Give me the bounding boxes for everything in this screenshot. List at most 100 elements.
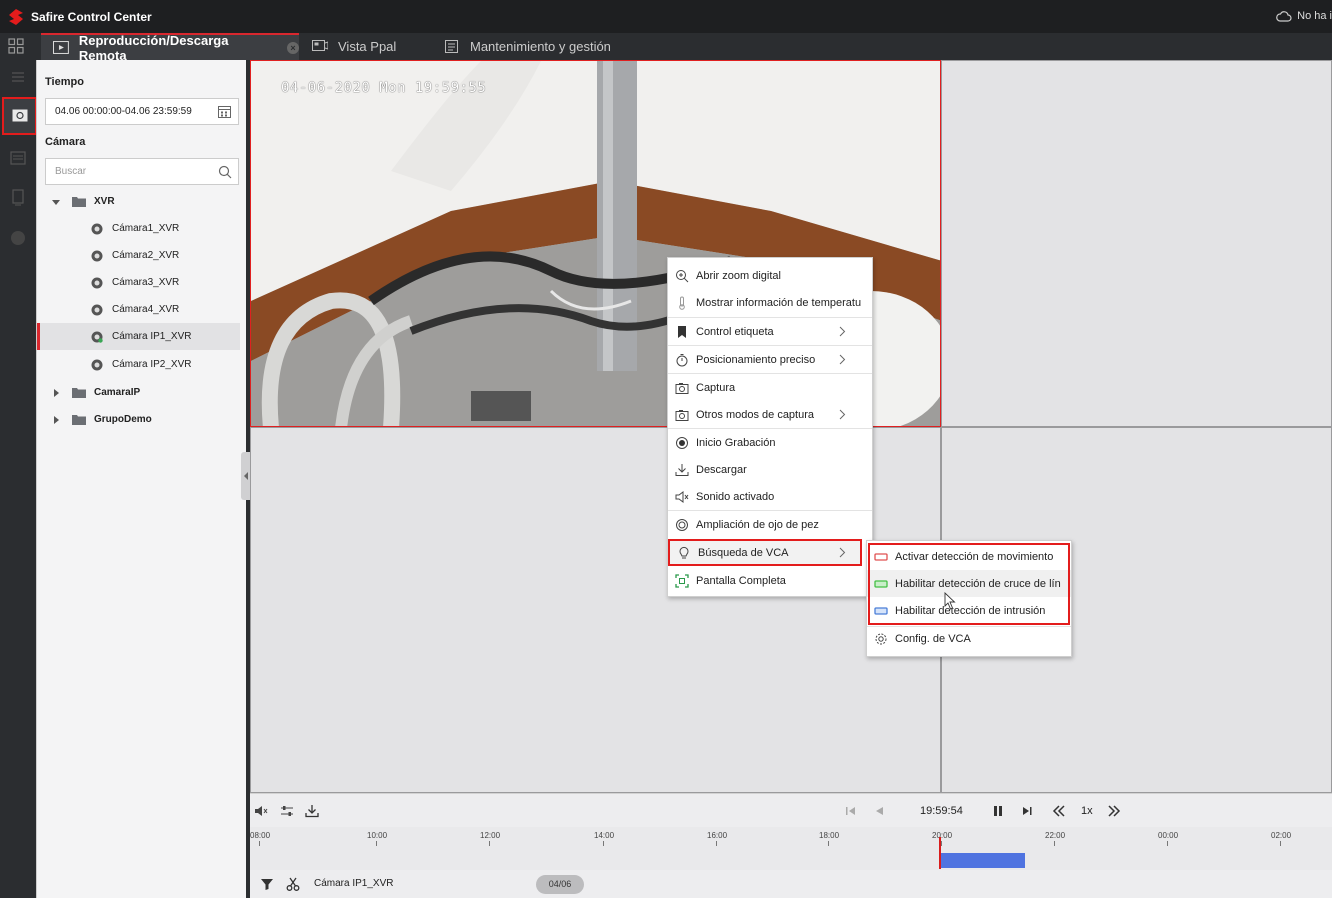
date-badge[interactable]: 04/06 <box>536 875 584 894</box>
speaker-icon <box>675 490 689 503</box>
menu-item-label: Abrir zoom digital <box>696 269 781 282</box>
caret-down-icon[interactable] <box>52 198 60 206</box>
recording-segment[interactable] <box>940 853 1025 868</box>
camera-search <box>45 158 239 185</box>
tree-group-label: XVR <box>94 196 115 207</box>
timeline-camera-label: Cámara IP1_XVR <box>314 878 394 889</box>
time-range-value: 04.06 00:00:00-04.06 23:59:59 <box>55 106 192 117</box>
time-range-input[interactable]: 04.06 00:00:00-04.06 23:59:59 <box>45 98 239 125</box>
tree-item-camera[interactable]: Cámara3_XVR <box>37 269 240 296</box>
search-icon[interactable] <box>218 165 232 179</box>
chevron-right-icon <box>839 547 846 558</box>
speed-up-icon[interactable] <box>1107 804 1121 818</box>
cloud-status-label: No ha i <box>1297 10 1332 22</box>
download-icon[interactable] <box>305 804 319 818</box>
camera-lens-icon <box>91 250 103 261</box>
tick-mark <box>1167 841 1168 846</box>
chevron-right-icon <box>839 354 846 365</box>
folder-icon <box>72 415 86 425</box>
filter-icon[interactable] <box>260 877 274 891</box>
close-icon[interactable]: × <box>287 41 299 54</box>
playhead[interactable] <box>939 837 941 869</box>
tab-bar: Reproducción/Descarga Remota × Vista Ppa… <box>0 33 1332 63</box>
menu-item-temperature-info[interactable]: Mostrar información de temperatu <box>668 289 872 316</box>
hamburger-menu-icon[interactable] <box>7 68 29 86</box>
tick-mark <box>1054 841 1055 846</box>
menu-item-label: Captura <box>696 381 736 394</box>
bottom-bar: Cámara IP1_XVR 04/06 <box>250 870 1332 898</box>
camera-lens-icon <box>91 223 103 234</box>
tree-item-camera-selected[interactable]: Cámara IP1_XVR <box>37 323 240 350</box>
tab-remote-playback[interactable]: Reproducción/Descarga Remota × <box>41 33 299 63</box>
calendar-icon[interactable] <box>218 105 231 118</box>
tree-item-camera[interactable]: Cámara IP2_XVR <box>37 351 240 378</box>
menu-item-fisheye[interactable]: Ampliación de ojo de pez <box>668 511 872 538</box>
tick-label: 22:00 <box>1045 831 1066 840</box>
menu-item-capture[interactable]: Captura <box>668 374 872 401</box>
chevron-right-icon <box>839 409 846 420</box>
volume-icon[interactable] <box>254 804 268 818</box>
menu-item-label: Pantalla Completa <box>696 574 786 587</box>
menu-item-label: Control etiqueta <box>696 325 774 338</box>
lightbulb-icon <box>679 546 689 558</box>
submenu-item-vca-config[interactable]: Config. de VCA <box>867 625 1071 652</box>
rail-playback-button[interactable] <box>2 97 37 135</box>
cloud-status[interactable]: No ha i <box>1276 10 1332 22</box>
tab-main-view[interactable]: Vista Ppal <box>312 33 432 60</box>
monitor-icon <box>312 40 328 51</box>
reverse-play-icon[interactable] <box>872 804 886 818</box>
menu-item-sound[interactable]: Sonido activado <box>668 483 872 510</box>
tree-item-camera[interactable]: Cámara1_XVR <box>37 215 240 242</box>
caret-right-icon[interactable] <box>52 388 60 397</box>
tree-group-camaraip[interactable]: CamaraIP <box>37 379 240 406</box>
tick-mark <box>828 841 829 846</box>
scissors-icon[interactable] <box>286 877 300 891</box>
playback-icon <box>12 109 28 122</box>
menu-item-tag-control[interactable]: Control etiqueta <box>668 318 872 345</box>
menu-item-other-capture-modes[interactable]: Otros modos de captura <box>668 401 872 428</box>
download-icon <box>675 463 689 476</box>
caret-right-icon[interactable] <box>52 415 60 424</box>
tick-mark <box>259 841 260 846</box>
menu-item-digital-zoom[interactable]: Abrir zoom digital <box>668 262 872 289</box>
tick-label: 14:00 <box>594 831 615 840</box>
folder-icon <box>72 197 86 207</box>
menu-item-start-recording[interactable]: Inicio Grabación <box>668 429 872 456</box>
menu-item-label: Búsqueda de VCA <box>698 546 789 559</box>
search-input[interactable] <box>46 159 206 184</box>
menu-item-label: Descargar <box>696 463 747 476</box>
chevron-right-icon <box>839 326 846 337</box>
panel-collapse-handle[interactable] <box>241 452 250 500</box>
camera-lens-icon <box>91 277 103 288</box>
frame-back-icon[interactable] <box>844 804 858 818</box>
menu-item-precise-positioning[interactable]: Posicionamiento preciso <box>668 346 872 373</box>
tree-item-camera[interactable]: Cámara4_XVR <box>37 296 240 323</box>
frame-forward-icon[interactable] <box>1020 804 1034 818</box>
event-list-icon[interactable] <box>7 149 29 167</box>
menu-item-vca-search[interactable]: Búsqueda de VCA <box>668 539 862 566</box>
tab-maintenance[interactable]: Mantenimiento y gestión <box>444 33 644 60</box>
tick-mark <box>1280 841 1281 846</box>
zoom-icon <box>676 269 689 282</box>
tree-item-camera[interactable]: Cámara2_XVR <box>37 242 240 269</box>
tree-group-grupodemo[interactable]: GrupoDemo <box>37 406 240 433</box>
playback-icon <box>53 41 69 54</box>
menu-item-fullscreen[interactable]: Pantalla Completa <box>668 567 872 594</box>
menu-item-download[interactable]: Descargar <box>668 456 872 483</box>
adjust-sliders-icon[interactable] <box>280 804 294 818</box>
tree-item-label: Cámara1_XVR <box>112 223 180 234</box>
pause-icon[interactable] <box>991 804 1005 818</box>
resource-panel: Tiempo 04.06 00:00:00-04.06 23:59:59 Cám… <box>36 60 246 898</box>
tick-label: 12:00 <box>480 831 501 840</box>
folder-icon <box>72 388 86 398</box>
grid-menu-icon[interactable] <box>8 38 24 54</box>
tree-group-label: GrupoDemo <box>94 414 152 425</box>
slow-down-icon[interactable] <box>1052 804 1066 818</box>
record-icon <box>676 436 688 449</box>
tree-group-xvr[interactable]: XVR <box>37 188 240 215</box>
playback-time: 19:59:54 <box>920 805 963 817</box>
video-window-2[interactable] <box>941 60 1332 427</box>
timeline[interactable]: 08:00 10:00 12:00 14:00 16:00 18:00 20:0… <box>250 827 1332 870</box>
device-icon[interactable] <box>7 189 29 207</box>
globe-icon[interactable] <box>7 229 29 247</box>
